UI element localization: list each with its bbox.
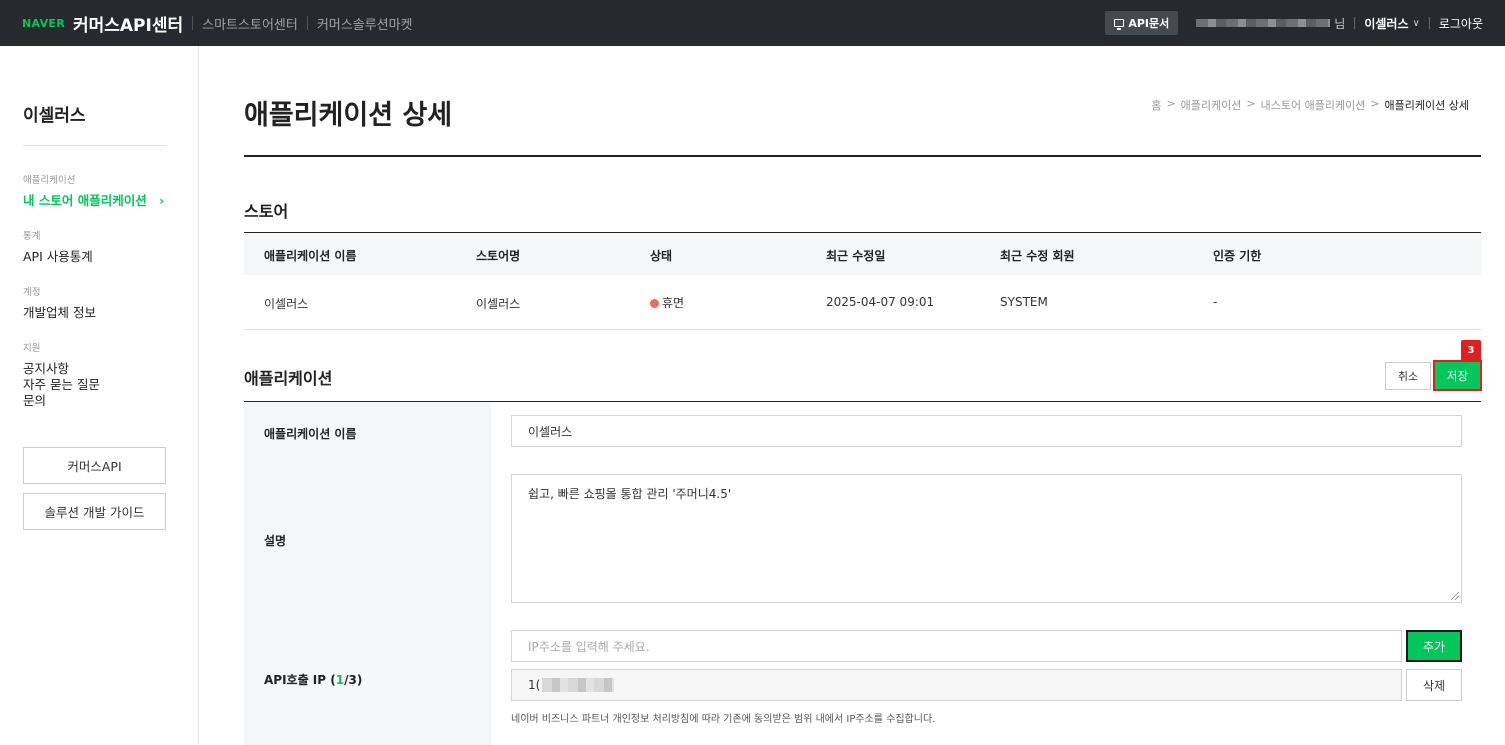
- column-header: 애플리케이션 이름: [264, 249, 357, 263]
- cancel-button[interactable]: 취소: [1385, 362, 1431, 390]
- delete-ip-button[interactable]: 삭제: [1406, 669, 1462, 701]
- chevron-right-icon: ›: [159, 193, 165, 208]
- divider: [192, 16, 194, 30]
- store-table: 애플리케이션 이름 스토어명 상태 최근 수정일 최근 수정 회원 인증 기한 …: [244, 232, 1481, 330]
- registered-ip-field: 1(: [511, 669, 1402, 701]
- form-label-column: [244, 402, 491, 745]
- api-doc-button[interactable]: API문서: [1105, 11, 1179, 35]
- group-label-stats: 통계: [23, 231, 41, 242]
- table-header: 애플리케이션 이름 스토어명 상태 최근 수정일 최근 수정 회원 인증 기한: [244, 232, 1481, 275]
- smartstore-link[interactable]: 스마트스토어센터: [202, 14, 298, 33]
- column-header: 상태: [650, 249, 673, 263]
- breadcrumb: 홈 > 애플리케이션 > 내스토어 애플리케이션 > 애플리케이션 상세: [1151, 97, 1469, 113]
- api-ip-count: 1: [335, 673, 345, 687]
- logout-link[interactable]: 로그아웃: [1439, 15, 1483, 32]
- description-text: 쉽고, 빠른 쇼핑몰 통합 관리 '주머니4.5': [528, 487, 732, 501]
- api-doc-label: API문서: [1128, 17, 1170, 30]
- account-menu[interactable]: 이셀러스: [1364, 15, 1408, 32]
- auth-expiry-cell: -: [1213, 295, 1218, 309]
- naver-logo[interactable]: NAVER: [22, 17, 65, 30]
- monitor-icon: [1114, 19, 1125, 30]
- site-title[interactable]: 커머스API센터: [73, 11, 183, 36]
- ip-input[interactable]: IP주소를 입력해 주세요.: [511, 630, 1402, 662]
- store-name-cell: 이셀러스: [476, 297, 521, 311]
- column-header: 최근 수정 회원: [1000, 249, 1075, 263]
- modified-date-cell: 2025-04-07 09:01: [826, 295, 935, 309]
- page-title: 애플리케이션 상세: [244, 100, 453, 131]
- breadcrumb-separator: >: [1166, 97, 1176, 110]
- app-section-title: 애플리케이션: [244, 369, 333, 388]
- table-row: 이셀러스 이셀러스 휴면 2025-04-07 09:01 SYSTEM -: [244, 275, 1481, 330]
- divider: [1354, 17, 1356, 29]
- save-button[interactable]: 저장: [1433, 360, 1482, 391]
- sidebar-item-label: 내 스토어 애플리케이션: [23, 193, 147, 208]
- top-right-menu: API문서 님 이셀러스 ∨ 로그아웃: [1105, 0, 1483, 46]
- ip-helper-text: 네이버 비즈니스 파트너 개인정보 처리방침에 따라 기존에 동의받은 범위 내…: [511, 714, 936, 725]
- breadcrumb-separator: >: [1246, 97, 1256, 110]
- column-header: 스토어명: [476, 249, 521, 263]
- divider: [1428, 17, 1430, 29]
- description-label: 설명: [264, 534, 287, 548]
- registered-ip-prefix: 1(: [528, 678, 541, 692]
- breadcrumb-home[interactable]: 홈: [1151, 97, 1161, 113]
- add-ip-button[interactable]: 추가: [1406, 630, 1462, 662]
- breadcrumb-separator: >: [1370, 97, 1380, 110]
- api-ip-label: API호출 IP (1/3): [264, 671, 362, 688]
- status-dot-icon: [650, 299, 659, 308]
- solution-guide-button[interactable]: 솔루션 개발 가이드: [23, 493, 166, 530]
- store-section-title: 스토어: [244, 202, 289, 221]
- solution-market-link[interactable]: 커머스솔루션마켓: [317, 14, 413, 33]
- sidebar-item-my-store-apps[interactable]: 내 스토어 애플리케이션 ›: [23, 190, 164, 209]
- sidebar: 이셀러스 애플리케이션 내 스토어 애플리케이션 › 통계 API 사용통계 계…: [0, 46, 199, 744]
- ip-input-placeholder: IP주소를 입력해 주세요.: [528, 639, 650, 654]
- group-label-support: 지원: [23, 343, 41, 354]
- masked-ip-value: [542, 678, 615, 692]
- breadcrumb-current: 애플리케이션 상세: [1384, 99, 1469, 112]
- divider: [23, 145, 166, 146]
- column-header: 최근 수정일: [826, 249, 886, 263]
- api-ip-label-prefix: API호출 IP (: [264, 673, 336, 687]
- divider: [306, 16, 308, 30]
- breadcrumb-my-store-apps[interactable]: 내스토어 애플리케이션: [1261, 97, 1366, 113]
- app-name-label: 애플리케이션 이름: [264, 427, 357, 441]
- description-textarea[interactable]: 쉽고, 빠른 쇼핑몰 통합 관리 '주머니4.5': [511, 474, 1462, 603]
- resize-handle-icon[interactable]: [1451, 592, 1459, 600]
- breadcrumb-applications[interactable]: 애플리케이션: [1181, 97, 1242, 113]
- user-suffix: 님: [1334, 16, 1346, 31]
- app-name-cell: 이셀러스: [264, 297, 309, 311]
- column-header: 인증 기한: [1213, 249, 1262, 263]
- group-label-account: 계정: [23, 287, 41, 298]
- sidebar-title: 이셀러스: [23, 106, 86, 126]
- api-ip-label-suffix: /3): [344, 673, 363, 687]
- commerce-api-button[interactable]: 커머스API: [23, 447, 166, 484]
- sidebar-item-api-stats[interactable]: API 사용통계: [23, 246, 93, 265]
- status-cell: 휴면: [650, 294, 684, 311]
- app-name-input[interactable]: 이셀러스: [511, 415, 1462, 447]
- masked-user-id: [1196, 19, 1331, 27]
- sidebar-item-developer-info[interactable]: 개발업체 정보: [23, 302, 96, 321]
- status-label: 휴면: [662, 296, 685, 310]
- sidebar-item-inquiry[interactable]: 문의: [23, 390, 46, 409]
- modified-by-cell: SYSTEM: [1000, 295, 1048, 309]
- step-badge: 3: [1461, 340, 1481, 361]
- top-bar: NAVER 커머스API센터 스마트스토어센터 커머스솔루션마켓 API문서 님…: [0, 0, 1505, 46]
- title-divider: [244, 155, 1481, 157]
- chevron-down-icon[interactable]: ∨: [1413, 18, 1420, 29]
- group-label-application: 애플리케이션: [23, 175, 76, 186]
